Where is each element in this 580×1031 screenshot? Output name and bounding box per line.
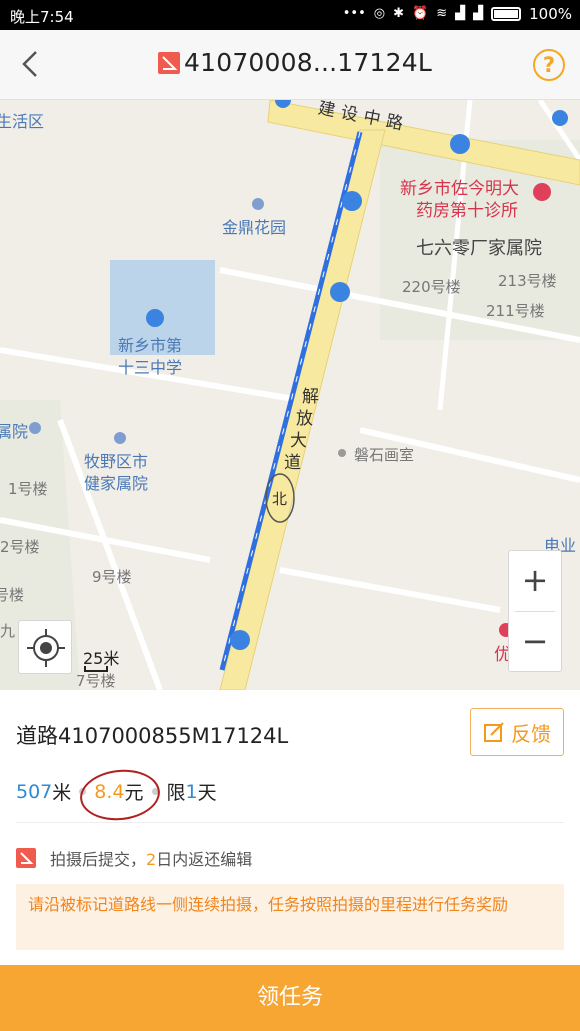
feedback-button[interactable]: 反馈 (470, 708, 564, 756)
edit-icon (484, 722, 504, 742)
status-icons: ••• ◎ ✱ ⏰ ≋ ▟ ▟ 100% (343, 5, 572, 23)
map-road-north: 北 (272, 490, 288, 508)
road-task-icon (158, 51, 180, 74)
map-label-b213: 213号楼 (498, 272, 557, 290)
distance-value: 507 (16, 780, 53, 803)
map-label-school-1: 新乡市第 (118, 336, 183, 355)
map-label-b1: 1号楼 (8, 480, 48, 498)
map-label-clinic-2: 药房第十诊所 (416, 201, 518, 221)
zoom-out-button[interactable]: − (509, 612, 561, 672)
wifi-icon: ≋ (436, 6, 448, 21)
alarm-icon: ⏰ (412, 6, 429, 21)
locate-button[interactable] (18, 620, 72, 674)
map-label-b7: 7号楼 (76, 672, 116, 690)
map-label-school-2: 十三中学 (118, 358, 183, 377)
accept-task-button[interactable]: 领任务 (0, 965, 580, 1031)
map-label-jinding: 金鼎花园 (222, 218, 287, 237)
zoom-in-button[interactable]: + (509, 551, 561, 611)
map-label-muye-1: 牧野区市 (84, 452, 149, 471)
map-label-b9: 9号楼 (92, 568, 132, 586)
map-label-b211: 211号楼 (486, 302, 545, 320)
map-label-clinic-1: 新乡市佐今明大 (400, 179, 519, 199)
limit-unit: 天 (197, 782, 217, 804)
map-label-jiu: 九 (0, 622, 16, 640)
limit-value: 1 (185, 780, 198, 803)
battery-icon (491, 7, 522, 21)
battery-percent: 100% (529, 5, 572, 23)
signal-icon-2: ▟ (473, 6, 484, 21)
road-name: 道路4107000855M17124L (16, 724, 289, 748)
more-icon: ••• (342, 6, 366, 21)
map-label-factory: 七六零厂家属院 (416, 238, 542, 259)
zoom-control: + − (508, 550, 562, 672)
locate-icon (27, 629, 65, 667)
map-label-b220: 220号楼 (402, 278, 461, 296)
price-annotation-circle (77, 765, 163, 825)
submit-note-text: 拍摄后提交，2日内返还编辑 (50, 850, 253, 869)
bluetooth-icon: ✱ (393, 6, 405, 21)
map-label-shenghuoqu: 生活区 (0, 112, 45, 131)
map-label-yuan: 属院 (0, 422, 29, 441)
distance-unit: 米 (52, 782, 72, 804)
map-label-panshi: 磐石画室 (354, 446, 415, 464)
task-info-panel: 道路4107000855M17124L 反馈 507 米 8.4 元 限 1 天… (0, 690, 580, 965)
submit-note: 拍摄后提交，2日内返还编辑 (16, 846, 252, 870)
shooting-tip: 请沿被标记道路线一侧连续拍摄，任务按照拍摄的里程进行任务奖励 (16, 884, 564, 950)
map-label-b2: 2号楼 (0, 538, 40, 556)
status-bar: 晚上7:54 ••• ◎ ✱ ⏰ ≋ ▟ ▟ 100% (0, 0, 580, 30)
map-label-muye-2: 健家属院 (84, 474, 149, 493)
map-road-char-4: 道 (284, 453, 301, 473)
help-button[interactable]: ? (533, 49, 565, 81)
road-task-icon (16, 848, 36, 868)
feedback-label: 反馈 (511, 721, 551, 746)
header-bar: 41070008...17124L ? (0, 30, 580, 100)
signal-icon: ▟ (455, 6, 466, 21)
limit-prefix: 限 (166, 782, 186, 804)
back-button[interactable] (14, 46, 50, 82)
map-view[interactable]: 生活区 建设中路 金鼎花园 新乡市第 十三中学 新乡市佐今明大 药房第十诊所 七… (0, 100, 580, 690)
map-label-hao: 号楼 (0, 586, 25, 604)
status-time: 晚上7:54 (10, 8, 74, 26)
page-title-text: 41070008...17124L (184, 48, 432, 77)
hotspot-icon: ◎ (373, 6, 386, 21)
map-scale-bar (84, 666, 108, 672)
divider (16, 822, 564, 823)
chevron-left-icon (22, 51, 37, 77)
page-title: 41070008...17124L (158, 48, 432, 77)
